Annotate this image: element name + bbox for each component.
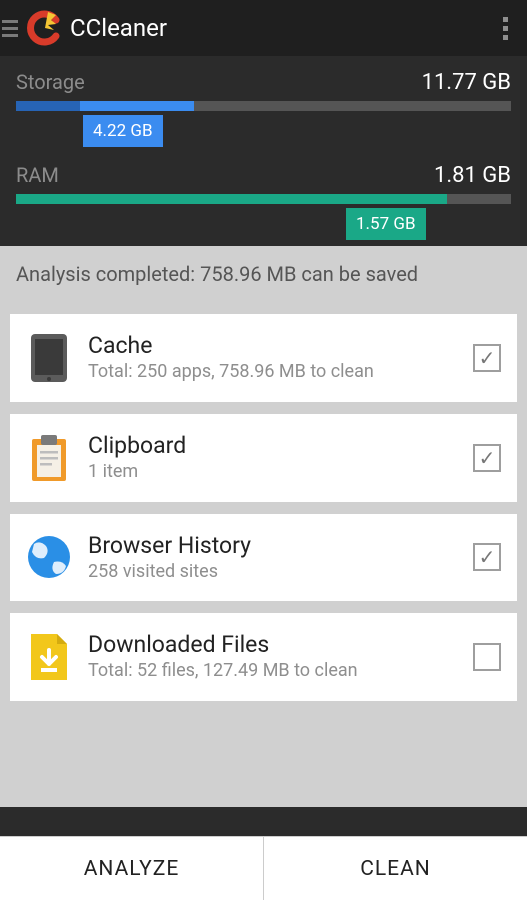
- ram-used-badge: 1.57 GB: [346, 208, 426, 240]
- action-bar: ANALYZE CLEAN: [0, 836, 527, 900]
- globe-icon: [20, 534, 78, 580]
- card-title: Downloaded Files: [88, 631, 463, 658]
- result-card[interactable]: Clipboard1 item ✓: [10, 414, 517, 502]
- card-subtitle: 258 visited sites: [88, 561, 463, 584]
- clean-button[interactable]: CLEAN: [264, 837, 527, 900]
- overflow-menu-icon[interactable]: [489, 0, 521, 56]
- ram-total: 1.81 GB: [434, 163, 511, 188]
- checkbox[interactable]: [473, 643, 501, 671]
- tablet-icon: [20, 332, 78, 384]
- storage-label: Storage: [16, 70, 85, 94]
- storage-stat: Storage 11.77 GB 4.22 GB: [16, 70, 511, 111]
- ram-bar: 1.57 GB: [16, 194, 511, 204]
- card-title: Cache: [88, 332, 463, 359]
- menu-icon[interactable]: [0, 20, 20, 37]
- analyze-button[interactable]: ANALYZE: [0, 837, 264, 900]
- card-subtitle: 1 item: [88, 461, 463, 484]
- results-list: CacheTotal: 250 apps, 758.96 MB to clean…: [0, 302, 527, 807]
- checkbox[interactable]: ✓: [473, 444, 501, 472]
- result-card[interactable]: Browser History258 visited sites ✓: [10, 514, 517, 602]
- download-icon: [20, 632, 78, 682]
- storage-bar: 4.22 GB: [16, 101, 511, 111]
- app-logo-icon: [26, 10, 62, 46]
- storage-total: 11.77 GB: [422, 70, 511, 95]
- ram-label: RAM: [16, 163, 59, 187]
- result-card[interactable]: Downloaded FilesTotal: 52 files, 127.49 …: [10, 613, 517, 701]
- app-toolbar: CCleaner: [0, 0, 527, 56]
- stats-panel: Storage 11.77 GB 4.22 GB RAM 1.81 GB 1.5…: [0, 56, 527, 246]
- ram-stat: RAM 1.81 GB 1.57 GB: [16, 163, 511, 204]
- analysis-banner: Analysis completed: 758.96 MB can be sav…: [0, 246, 527, 302]
- checkbox[interactable]: ✓: [473, 543, 501, 571]
- card-title: Clipboard: [88, 432, 463, 459]
- clipboard-icon: [20, 433, 78, 483]
- checkbox[interactable]: ✓: [473, 344, 501, 372]
- card-subtitle: Total: 52 files, 127.49 MB to clean: [88, 660, 463, 683]
- app-title: CCleaner: [70, 14, 489, 42]
- storage-used-badge: 4.22 GB: [83, 115, 163, 147]
- result-card[interactable]: CacheTotal: 250 apps, 758.96 MB to clean…: [10, 314, 517, 402]
- card-subtitle: Total: 250 apps, 758.96 MB to clean: [88, 361, 463, 384]
- card-title: Browser History: [88, 532, 463, 559]
